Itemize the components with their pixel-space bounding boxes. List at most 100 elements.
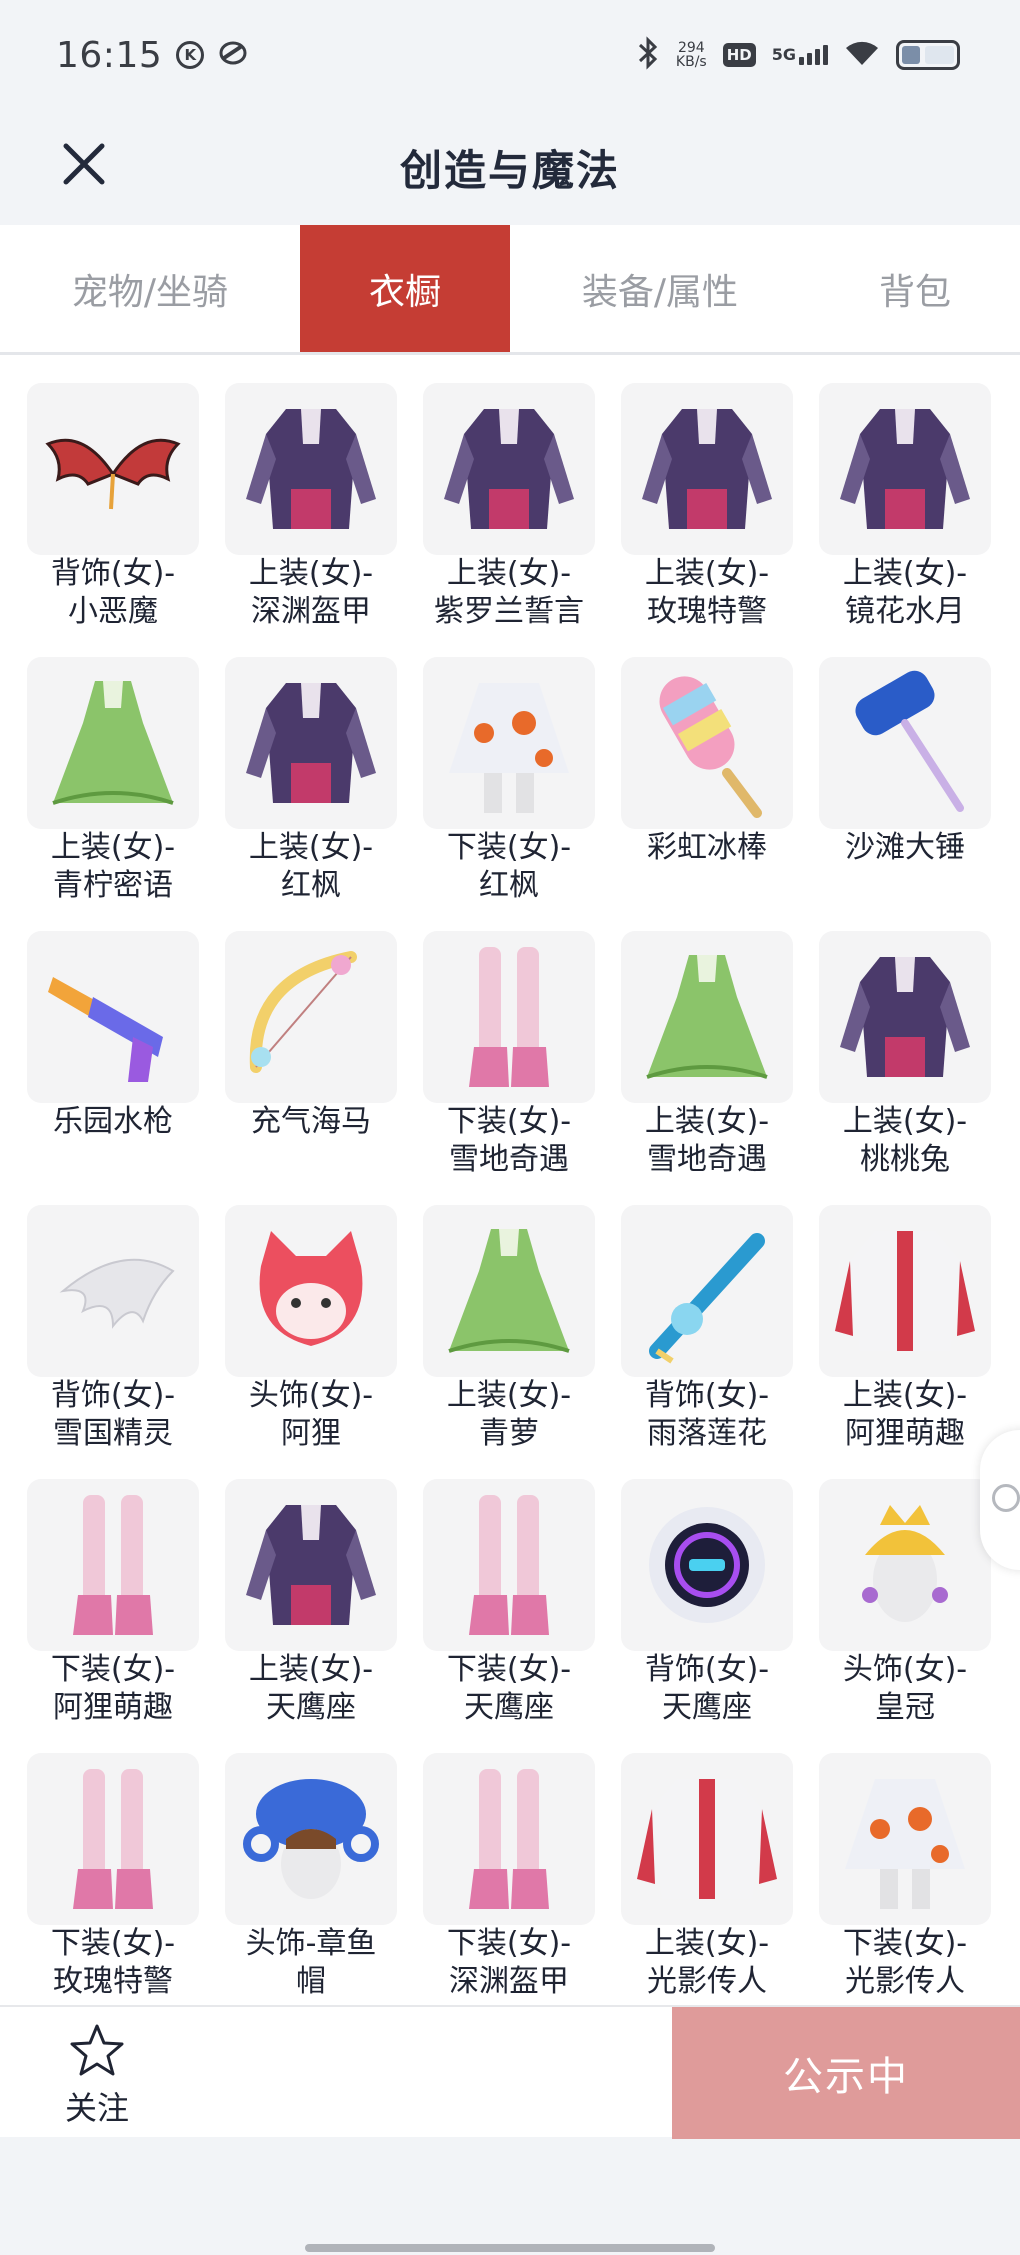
wardrobe-item[interactable]: 背饰(女)- 小恶魔 bbox=[26, 383, 200, 657]
fox-head-icon bbox=[259, 1231, 363, 1346]
floating-side-handle[interactable] bbox=[980, 1430, 1020, 1570]
item-thumbnail bbox=[423, 1479, 595, 1651]
item-thumbnail bbox=[27, 1479, 199, 1651]
item-name: 上装(女)- 青柠密语 bbox=[50, 830, 176, 903]
skirt-icon bbox=[449, 683, 569, 813]
item-name: 上装(女)- 雪地奇遇 bbox=[644, 1104, 770, 1177]
wardrobe-item[interactable]: 下装(女)- 阿狸萌趣 bbox=[26, 1479, 200, 1753]
dress-icon bbox=[448, 1229, 570, 1353]
wardrobe-item[interactable]: 乐园水枪 bbox=[26, 931, 200, 1205]
item-thumbnail bbox=[621, 1479, 793, 1651]
network-speed: 294 KB/s bbox=[676, 41, 707, 69]
boots-icon bbox=[73, 1769, 153, 1909]
battery-icon bbox=[896, 40, 960, 70]
wardrobe-item[interactable]: 下装(女)- 光影传人 bbox=[818, 1753, 992, 2005]
item-thumbnail bbox=[225, 1479, 397, 1651]
item-name: 上装(女)- 青萝 bbox=[446, 1378, 572, 1451]
tab-wardrobe[interactable]: 衣橱 bbox=[300, 225, 510, 352]
wardrobe-item[interactable]: 充气海马 bbox=[224, 931, 398, 1205]
top-icon bbox=[642, 409, 772, 529]
wardrobe-item[interactable]: 下装(女)- 雪地奇遇 bbox=[422, 931, 596, 1205]
wardrobe-item[interactable]: 头饰(女)- 阿狸 bbox=[224, 1205, 398, 1479]
wardrobe-item[interactable]: 下装(女)- 天鹰座 bbox=[422, 1479, 596, 1753]
item-thumbnail bbox=[423, 1753, 595, 1925]
item-name: 头饰(女)- 阿狸 bbox=[248, 1378, 374, 1451]
handle-icon bbox=[992, 1484, 1020, 1512]
item-name: 下装(女)- 深渊盔甲 bbox=[446, 1926, 572, 1999]
item-name: 沙滩大锤 bbox=[845, 830, 965, 865]
public-notice-button[interactable]: 公示中 bbox=[672, 2007, 1020, 2139]
item-name: 下装(女)- 阿狸萌趣 bbox=[50, 1652, 176, 1725]
tab-equipment-attributes[interactable]: 装备/属性 bbox=[510, 225, 810, 352]
wardrobe-item[interactable]: 上装(女)- 雪地奇遇 bbox=[620, 931, 794, 1205]
tab-backpack[interactable]: 背包 bbox=[810, 225, 1020, 352]
top-icon bbox=[246, 1505, 376, 1625]
item-name: 下装(女)- 玫瑰特警 bbox=[50, 1926, 176, 1999]
wardrobe-item[interactable]: 沙滩大锤 bbox=[818, 657, 992, 931]
follow-label: 关注 bbox=[64, 2089, 129, 2127]
wardrobe-item[interactable]: 下装(女)- 红枫 bbox=[422, 657, 596, 931]
wardrobe-item[interactable]: 背饰(女)- 雨落莲花 bbox=[620, 1205, 794, 1479]
wardrobe-item[interactable]: 背饰(女)- 天鹰座 bbox=[620, 1479, 794, 1753]
item-thumbnail bbox=[621, 931, 793, 1103]
dress-icon bbox=[52, 681, 174, 805]
item-thumbnail bbox=[423, 1205, 595, 1377]
wardrobe-item[interactable]: 背饰(女)- 雪国精灵 bbox=[26, 1205, 200, 1479]
wardrobe-item[interactable]: 上装(女)- 镜花水月 bbox=[818, 383, 992, 657]
item-thumbnail bbox=[225, 931, 397, 1103]
item-name: 上装(女)- 紫罗兰誓言 bbox=[434, 556, 584, 629]
item-thumbnail bbox=[225, 1753, 397, 1925]
status-bar: 16:15 K 294 KB/s HD 5G bbox=[0, 0, 1020, 110]
wings-icon bbox=[45, 438, 181, 510]
tab-pets-mounts[interactable]: 宠物/坐骑 bbox=[0, 225, 300, 352]
top-icon bbox=[840, 409, 970, 529]
item-name: 上装(女)- 阿狸萌趣 bbox=[842, 1378, 968, 1451]
wardrobe-item[interactable]: 上装(女)- 紫罗兰誓言 bbox=[422, 383, 596, 657]
wardrobe-item[interactable]: 上装(女)- 深渊盔甲 bbox=[224, 383, 398, 657]
public-notice-label: 公示中 bbox=[783, 2054, 909, 2100]
item-thumbnail bbox=[819, 657, 991, 829]
wardrobe-item[interactable]: 上装(女)- 阿狸萌趣 bbox=[818, 1205, 992, 1479]
item-thumbnail bbox=[819, 1479, 991, 1651]
bottom-action-bar: 关注 公示中 bbox=[0, 2005, 1020, 2139]
wardrobe-item[interactable]: 上装(女)- 青萝 bbox=[422, 1205, 596, 1479]
wardrobe-item[interactable]: 上装(女)- 青柠密语 bbox=[26, 657, 200, 931]
item-thumbnail bbox=[621, 1753, 793, 1925]
item-thumbnail bbox=[423, 383, 595, 555]
bow-icon bbox=[249, 951, 357, 1073]
item-name: 头饰-章鱼 帽 bbox=[245, 1926, 377, 1999]
wardrobe-item[interactable]: 上装(女)- 桃桃兔 bbox=[818, 931, 992, 1205]
wardrobe-item[interactable]: 头饰(女)- 皇冠 bbox=[818, 1479, 992, 1753]
item-thumbnail bbox=[819, 1205, 991, 1377]
boots-icon bbox=[469, 1769, 549, 1909]
item-thumbnail bbox=[819, 383, 991, 555]
item-name: 上装(女)- 玫瑰特警 bbox=[644, 556, 770, 629]
boots-icon bbox=[469, 1495, 549, 1635]
follow-button[interactable]: 关注 bbox=[52, 2021, 142, 2131]
item-thumbnail bbox=[621, 657, 793, 829]
category-tabs: 宠物/坐骑 衣橱 装备/属性 背包 bbox=[0, 225, 1020, 355]
wardrobe-item[interactable]: 上装(女)- 红枫 bbox=[224, 657, 398, 931]
wardrobe-item[interactable]: 头饰-章鱼 帽 bbox=[224, 1753, 398, 2005]
network-speed-value: 294 bbox=[677, 40, 705, 56]
home-indicator[interactable] bbox=[305, 2244, 715, 2252]
tab-label: 装备/属性 bbox=[581, 271, 739, 313]
wardrobe-item[interactable]: 下装(女)- 深渊盔甲 bbox=[422, 1753, 596, 2005]
close-button[interactable] bbox=[52, 132, 116, 196]
wardrobe-item[interactable]: 上装(女)- 天鹰座 bbox=[224, 1479, 398, 1753]
item-name: 乐园水枪 bbox=[53, 1104, 173, 1139]
item-name: 下装(女)- 雪地奇遇 bbox=[446, 1104, 572, 1177]
top-icon bbox=[840, 957, 970, 1077]
bluetooth-icon bbox=[636, 36, 660, 74]
wifi-icon bbox=[844, 38, 880, 72]
boots-icon bbox=[73, 1495, 153, 1635]
wardrobe-item[interactable]: 上装(女)- 玫瑰特警 bbox=[620, 383, 794, 657]
wardrobe-item[interactable]: 彩虹冰棒 bbox=[620, 657, 794, 931]
crown-head-icon bbox=[862, 1505, 948, 1622]
wardrobe-item[interactable]: 上装(女)- 光影传人 bbox=[620, 1753, 794, 2005]
item-name: 充气海马 bbox=[251, 1104, 371, 1139]
octopus-hat-icon bbox=[243, 1779, 379, 1899]
tab-label: 背包 bbox=[878, 271, 951, 313]
wardrobe-item[interactable]: 下装(女)- 玫瑰特警 bbox=[26, 1753, 200, 2005]
wing-icon bbox=[59, 1258, 175, 1329]
